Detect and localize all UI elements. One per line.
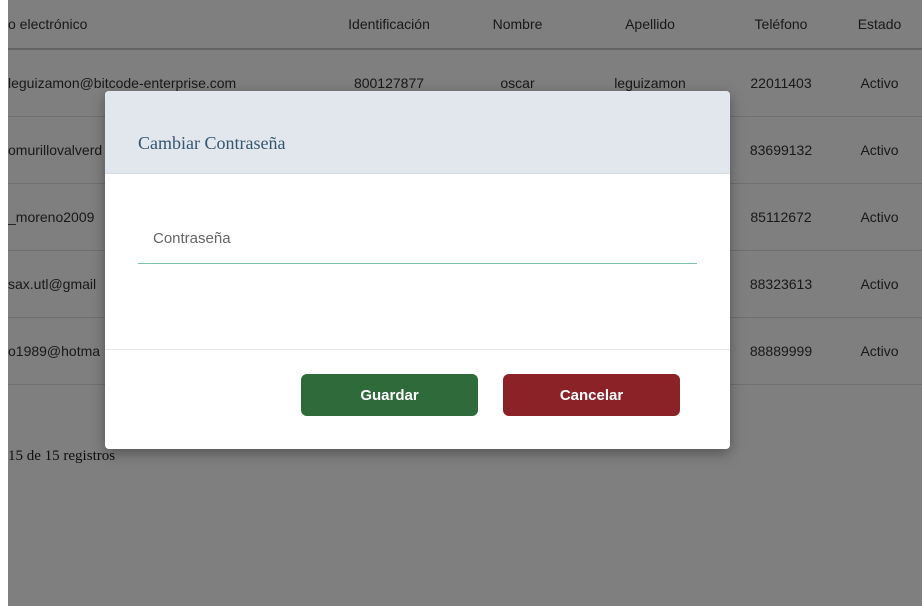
left-edge (0, 0, 8, 606)
change-password-dialog: Cambiar Contraseña Guardar Cancelar (105, 91, 730, 449)
dialog-title: Cambiar Contraseña (138, 133, 286, 153)
save-button[interactable]: Guardar (301, 374, 478, 416)
dialog-header: Cambiar Contraseña (105, 91, 730, 174)
password-input[interactable] (138, 214, 697, 264)
cancel-button[interactable]: Cancelar (503, 374, 680, 416)
dialog-body (105, 174, 730, 350)
